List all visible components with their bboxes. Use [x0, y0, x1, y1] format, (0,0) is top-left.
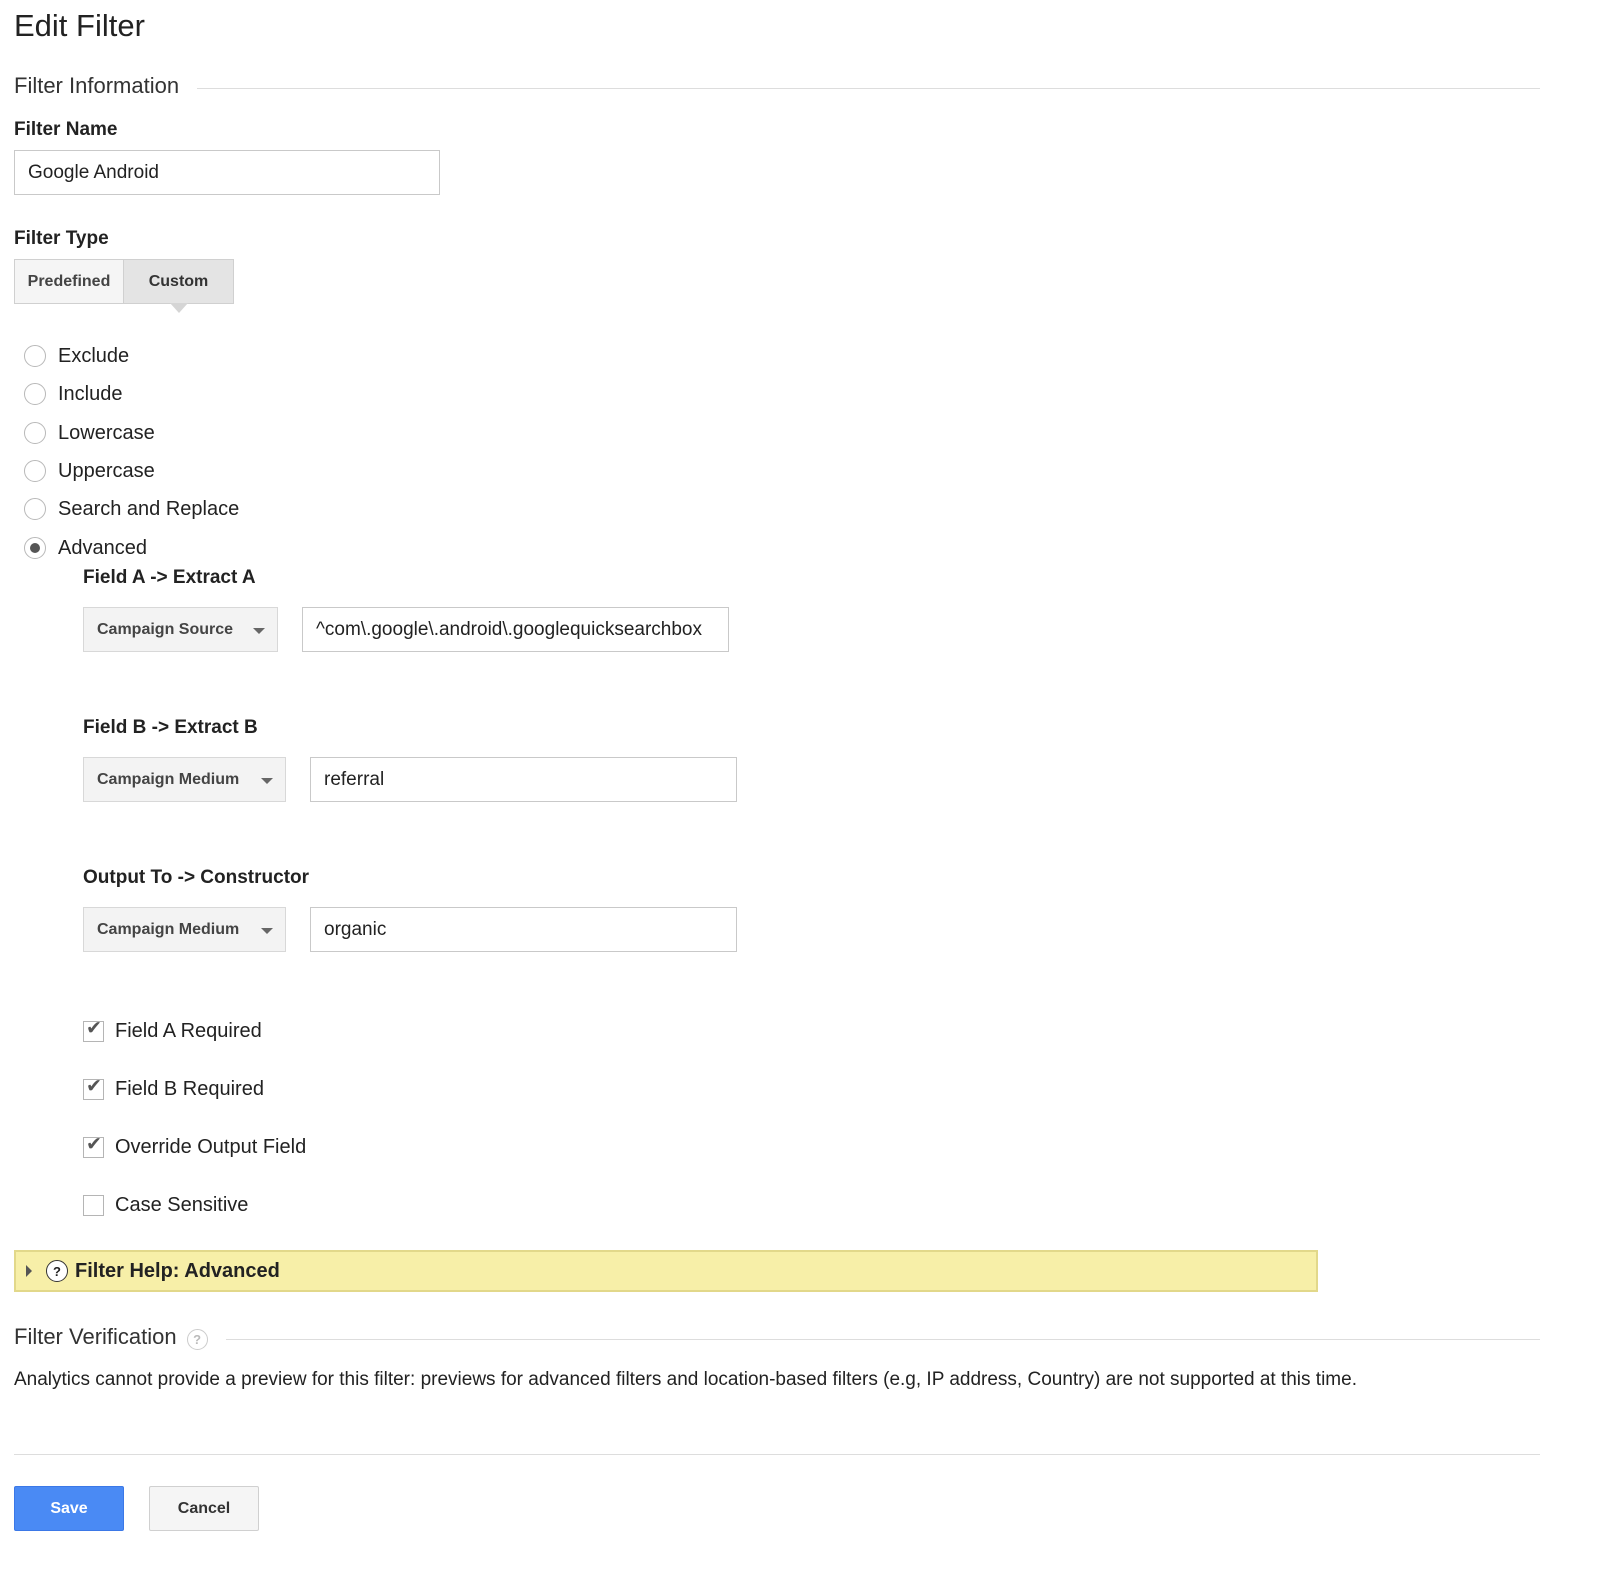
- field-a-label: Field A -> Extract A: [83, 567, 256, 588]
- checkbox-override-output-field[interactable]: ✔ Override Output Field: [83, 1135, 306, 1159]
- help-icon[interactable]: ?: [186, 1328, 208, 1350]
- checkbox[interactable]: ✔: [83, 1017, 104, 1042]
- dropdown-arrow-icon: [253, 628, 265, 634]
- checkbox-field-b-required[interactable]: ✔ Field B Required: [83, 1077, 264, 1101]
- checkbox-label: Field A Required: [115, 1019, 262, 1042]
- field-b-extract-input[interactable]: [310, 757, 737, 802]
- radio-label: Search and Replace: [58, 497, 240, 520]
- radio-label: Advanced: [58, 536, 147, 559]
- output-constructor-input[interactable]: [310, 907, 737, 952]
- filter-information-header: Filter Information: [14, 71, 1540, 101]
- tab-predefined[interactable]: Predefined: [14, 259, 124, 304]
- radio-button[interactable]: [24, 345, 46, 367]
- field-a-extract-input[interactable]: [302, 607, 729, 652]
- radio-option-search-and-replace[interactable]: Search and Replace: [24, 497, 239, 521]
- radio-button[interactable]: [24, 460, 46, 482]
- field-a-select[interactable]: Campaign Source: [83, 607, 278, 652]
- save-button[interactable]: Save: [14, 1486, 124, 1531]
- radio-button[interactable]: [24, 498, 46, 520]
- checkbox[interactable]: ✔: [83, 1133, 104, 1158]
- checkbox-field-a-required[interactable]: ✔ Field A Required: [83, 1019, 262, 1043]
- filter-verification-title: Filter Verification: [14, 1324, 177, 1349]
- tab-custom[interactable]: Custom: [124, 259, 234, 313]
- radio-option-uppercase[interactable]: Uppercase: [24, 459, 155, 483]
- section-divider: [225, 1338, 1540, 1340]
- filter-help-title: Filter Help: Advanced: [75, 1259, 280, 1282]
- checkbox-label: Override Output Field: [115, 1135, 307, 1158]
- filter-verification-header: Filter Verification ?: [14, 1322, 1540, 1352]
- question-circle-icon: ?: [46, 1260, 68, 1282]
- radio-option-include[interactable]: Include: [24, 382, 123, 406]
- radio-label: Exclude: [58, 344, 130, 367]
- radio-button-selected[interactable]: [24, 537, 46, 559]
- radio-label: Lowercase: [58, 421, 155, 444]
- checkbox-case-sensitive[interactable]: Case Sensitive: [83, 1193, 248, 1217]
- checkmark-icon: ✔: [86, 1075, 102, 1097]
- output-select[interactable]: Campaign Medium: [83, 907, 286, 952]
- dropdown-arrow-icon: [261, 778, 273, 784]
- checkmark-icon: ✔: [86, 1133, 102, 1155]
- checkbox-label: Field B Required: [115, 1077, 264, 1100]
- tab-custom-label: Custom: [148, 272, 209, 290]
- page-title: Edit Filter: [14, 8, 145, 43]
- filter-type-label: Filter Type: [14, 228, 109, 249]
- filter-name-label: Filter Name: [14, 119, 118, 140]
- checkbox[interactable]: [83, 1194, 104, 1216]
- checkbox-label: Case Sensitive: [115, 1193, 249, 1216]
- footer-divider: [14, 1454, 1540, 1455]
- section-divider: [197, 87, 1540, 89]
- radio-option-lowercase[interactable]: Lowercase: [24, 421, 155, 445]
- field-b-label: Field B -> Extract B: [83, 717, 258, 738]
- active-tab-notch: [169, 303, 188, 313]
- expand-arrow-icon: [26, 1265, 32, 1277]
- radio-option-exclude[interactable]: Exclude: [24, 344, 129, 368]
- verification-message: Analytics cannot provide a preview for t…: [14, 1369, 1357, 1390]
- field-b-select-value: Campaign Medium: [97, 770, 240, 788]
- radio-button[interactable]: [24, 422, 46, 444]
- output-label: Output To -> Constructor: [83, 867, 310, 888]
- radio-button[interactable]: [24, 383, 46, 405]
- radio-option-advanced[interactable]: Advanced: [24, 536, 147, 560]
- checkmark-icon: ✔: [86, 1017, 102, 1039]
- field-a-select-value: Campaign Source: [97, 620, 234, 638]
- filter-name-input[interactable]: [14, 150, 440, 195]
- filter-help-toggle[interactable]: ? Filter Help: Advanced: [14, 1250, 1318, 1292]
- radio-label: Include: [58, 382, 123, 405]
- radio-label: Uppercase: [58, 459, 155, 482]
- output-select-value: Campaign Medium: [97, 920, 240, 938]
- filter-type-toggle: Predefined Custom: [14, 259, 234, 313]
- field-b-select[interactable]: Campaign Medium: [83, 757, 286, 802]
- cancel-button[interactable]: Cancel: [149, 1486, 259, 1531]
- filter-information-title: Filter Information: [14, 73, 180, 98]
- checkbox[interactable]: ✔: [83, 1075, 104, 1100]
- dropdown-arrow-icon: [261, 928, 273, 934]
